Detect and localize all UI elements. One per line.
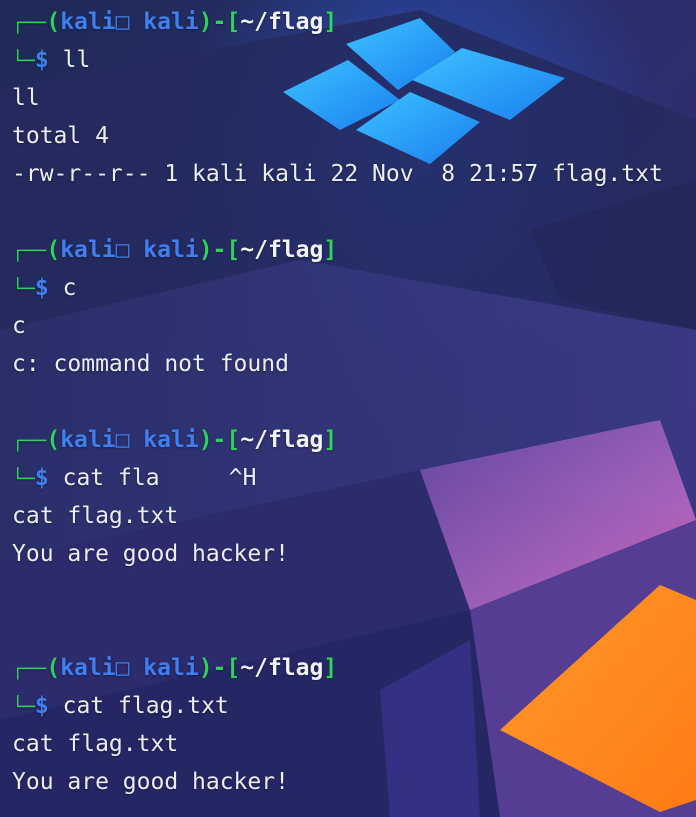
command-line: └─$ cat fla ^H [12, 465, 257, 491]
command-text: cat fla ^H [62, 465, 257, 491]
command-text: c [62, 275, 77, 301]
output-line: c: command not found [12, 351, 289, 377]
output-line: You are good hacker! [12, 541, 289, 567]
command-line: └─$ ll [12, 47, 91, 73]
prompt-line: ┌──(kali□ kali)-[~/flag] [12, 655, 338, 681]
command-text: ll [62, 47, 91, 73]
output-line: c [12, 313, 26, 339]
command-line: └─$ cat flag.txt [12, 693, 229, 719]
output-line: You are good hacker! [12, 769, 289, 795]
prompt-line: ┌──(kali□ kali)-[~/flag] [12, 427, 338, 453]
command-text: cat flag.txt [62, 693, 229, 719]
output-line: total 4 [12, 123, 109, 149]
output-line: ll [12, 85, 40, 111]
output-line: cat flag.txt [12, 731, 179, 757]
prompt-line: ┌──(kali□ kali)-[~/flag] [12, 237, 338, 263]
command-line: └─$ c [12, 275, 77, 301]
output-line: -rw-r--r-- 1 kali kali 22 Nov 8 21:57 fl… [12, 161, 663, 187]
terminal-output: ┌──(kali□ kali)-[~/flag] └─$ ll ll total… [0, 0, 696, 817]
prompt-line: ┌──(kali□ kali)-[~/flag] [12, 9, 338, 35]
output-line: cat flag.txt [12, 503, 179, 529]
